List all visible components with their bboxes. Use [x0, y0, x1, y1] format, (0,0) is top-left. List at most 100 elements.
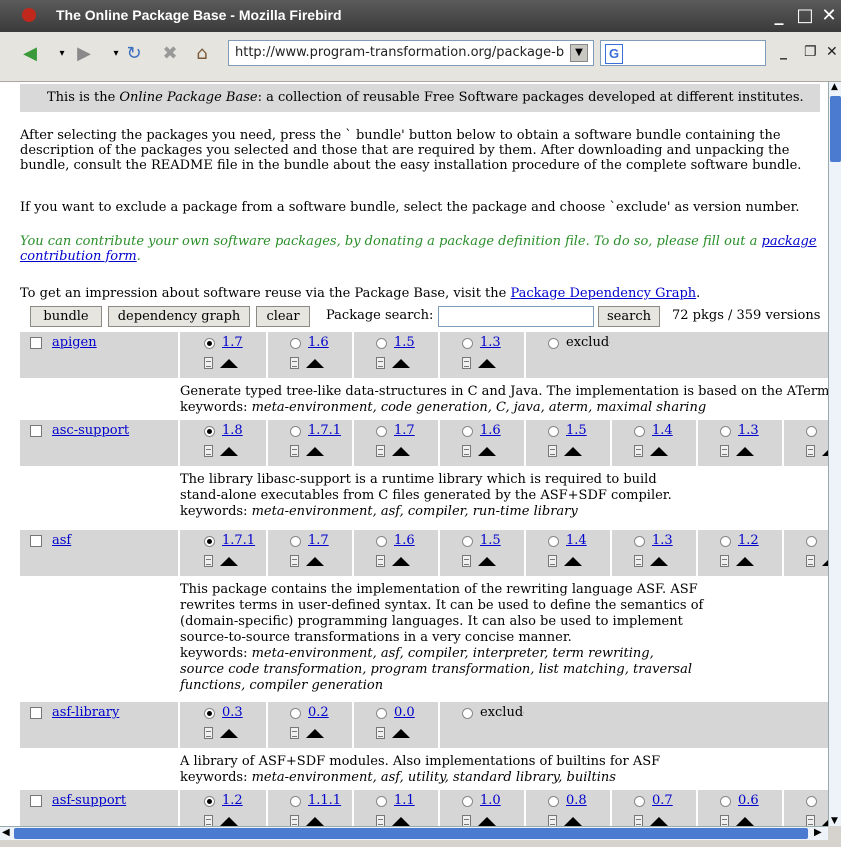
version-radio[interactable] [806, 796, 817, 807]
reload-icon[interactable]: ↻ [120, 40, 148, 68]
version-radio[interactable] [720, 426, 731, 437]
bundle-button[interactable]: bundle [30, 306, 102, 327]
dependencies-arrow-icon[interactable] [736, 817, 754, 826]
version-radio[interactable] [376, 536, 387, 547]
dependencies-arrow-icon[interactable] [392, 557, 410, 566]
version-link[interactable]: 1.8 [222, 423, 243, 438]
doc-restore-button[interactable]: ❐ [804, 44, 817, 60]
dependencies-arrow-icon[interactable] [736, 557, 754, 566]
back-arrow-icon[interactable]: ◀ [16, 40, 44, 68]
document-icon[interactable] [462, 555, 471, 567]
close-button[interactable]: ✕ [818, 5, 840, 27]
version-link[interactable]: 1.2 [222, 793, 243, 808]
version-radio[interactable] [204, 796, 215, 807]
dependency-graph-link[interactable]: Package Dependency Graph [510, 286, 696, 301]
dependencies-arrow-icon[interactable] [478, 817, 496, 826]
version-link[interactable]: 1.3 [652, 533, 673, 548]
version-link[interactable]: 1.6 [480, 423, 501, 438]
version-link[interactable]: 1.5 [394, 335, 415, 350]
package-link[interactable]: asf-support [52, 793, 126, 808]
document-icon[interactable] [290, 445, 299, 457]
dependencies-arrow-icon[interactable] [306, 729, 324, 738]
vertical-scroll-thumb[interactable] [830, 96, 841, 162]
document-icon[interactable] [290, 555, 299, 567]
document-icon[interactable] [204, 555, 213, 567]
horizontal-scrollbar[interactable]: ◀ ▶ [0, 826, 828, 840]
document-icon[interactable] [548, 445, 557, 457]
document-icon[interactable] [290, 727, 299, 739]
version-link[interactable]: 0.2 [308, 705, 329, 720]
version-radio[interactable] [548, 426, 559, 437]
version-radio[interactable] [290, 796, 301, 807]
version-radio[interactable] [204, 338, 215, 349]
dependencies-arrow-icon[interactable] [736, 447, 754, 456]
version-link[interactable]: 1.2 [738, 533, 759, 548]
url-dropdown-icon[interactable]: ▼ [570, 44, 588, 62]
dependencies-arrow-icon[interactable] [478, 359, 496, 368]
version-link[interactable]: 1.5 [566, 423, 587, 438]
version-radio[interactable] [290, 338, 301, 349]
dependencies-arrow-icon[interactable] [392, 359, 410, 368]
package-link[interactable]: apigen [52, 335, 97, 350]
version-link[interactable]: 1.0 [480, 793, 501, 808]
document-icon[interactable] [720, 445, 729, 457]
document-icon[interactable] [548, 555, 557, 567]
version-link[interactable]: 1.3 [738, 423, 759, 438]
scroll-down-icon[interactable]: ▼ [831, 816, 838, 826]
version-radio[interactable] [290, 536, 301, 547]
version-link[interactable]: 0.6 [738, 793, 759, 808]
scroll-right-icon[interactable]: ▶ [814, 827, 822, 838]
exclude-radio[interactable] [548, 338, 559, 349]
url-input[interactable]: http://www.program-transformation.org/pa… [228, 40, 594, 66]
version-radio[interactable] [634, 426, 645, 437]
minimize-button[interactable]: _ [768, 5, 790, 27]
dependencies-arrow-icon[interactable] [220, 447, 238, 456]
version-link[interactable]: 0.0 [394, 705, 415, 720]
package-search-input[interactable] [438, 306, 594, 327]
version-link[interactable]: 1.7 [394, 423, 415, 438]
document-icon[interactable] [634, 445, 643, 457]
search-input[interactable]: G [600, 40, 766, 66]
document-icon[interactable] [634, 815, 643, 826]
dependencies-arrow-icon[interactable] [392, 817, 410, 826]
document-icon[interactable] [462, 445, 471, 457]
version-link[interactable]: 1.1.1 [308, 793, 341, 808]
stop-icon[interactable]: ✖ [156, 40, 184, 68]
version-radio[interactable] [204, 708, 215, 719]
document-icon[interactable] [290, 357, 299, 369]
document-icon[interactable] [376, 815, 385, 826]
dependencies-arrow-icon[interactable] [392, 729, 410, 738]
package-checkbox[interactable] [30, 337, 42, 349]
version-radio[interactable] [548, 796, 559, 807]
package-checkbox[interactable] [30, 795, 42, 807]
version-link[interactable]: 1.6 [394, 533, 415, 548]
version-link[interactable]: 1.7.1 [308, 423, 341, 438]
dependencies-arrow-icon[interactable] [564, 447, 582, 456]
version-link[interactable]: 1.7 [308, 533, 329, 548]
package-checkbox[interactable] [30, 535, 42, 547]
version-radio[interactable] [634, 796, 645, 807]
version-radio[interactable] [548, 536, 559, 547]
version-radio[interactable] [376, 708, 387, 719]
document-icon[interactable] [376, 555, 385, 567]
document-icon[interactable] [634, 555, 643, 567]
version-link[interactable]: 1.1 [394, 793, 415, 808]
document-icon[interactable] [290, 815, 299, 826]
home-icon[interactable]: ⌂ [188, 40, 216, 68]
package-checkbox[interactable] [30, 425, 42, 437]
version-radio[interactable] [204, 426, 215, 437]
exclude-radio[interactable] [462, 708, 473, 719]
document-icon[interactable] [204, 445, 213, 457]
document-icon[interactable] [462, 357, 471, 369]
dependencies-arrow-icon[interactable] [306, 359, 324, 368]
version-radio[interactable] [634, 536, 645, 547]
dependencies-arrow-icon[interactable] [306, 447, 324, 456]
document-icon[interactable] [720, 815, 729, 826]
version-radio[interactable] [462, 426, 473, 437]
document-icon[interactable] [806, 815, 815, 826]
dependencies-arrow-icon[interactable] [478, 557, 496, 566]
dependencies-arrow-icon[interactable] [564, 817, 582, 826]
version-link[interactable]: 1.4 [652, 423, 673, 438]
document-icon[interactable] [720, 555, 729, 567]
doc-minimize-button[interactable]: _ [780, 44, 787, 60]
